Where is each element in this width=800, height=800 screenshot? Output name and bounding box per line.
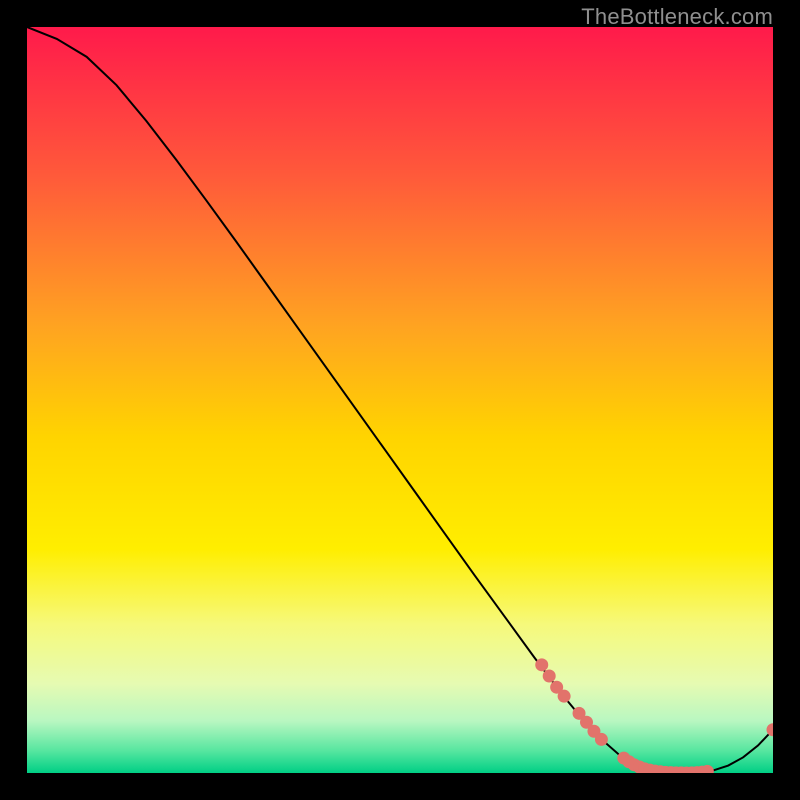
chart-stage: TheBottleneck.com [0,0,800,800]
data-point [595,733,608,746]
plot-area [27,27,773,773]
chart-svg [27,27,773,773]
gradient-background [27,27,773,773]
data-point [543,670,556,683]
data-point [558,690,571,703]
data-point [535,658,548,671]
